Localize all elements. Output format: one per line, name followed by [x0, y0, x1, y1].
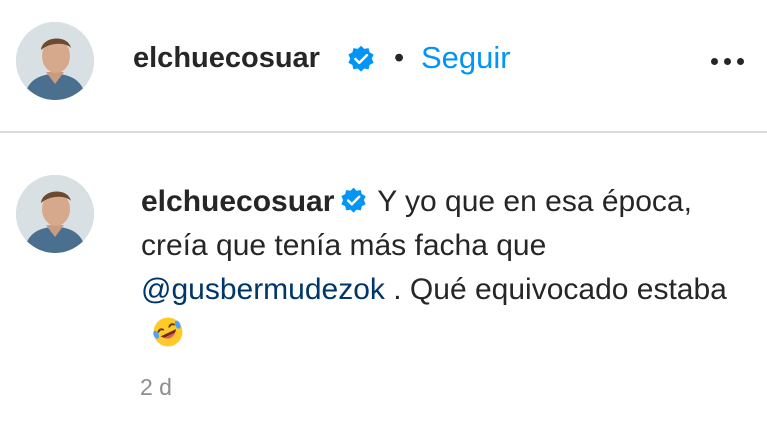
- comment-avatar[interactable]: [16, 175, 94, 253]
- comment-body: elchuecosuar Y yo que en esa época, creí…: [141, 180, 741, 356]
- post-header: elchuecosuar • Seguir: [0, 0, 767, 133]
- more-options-icon[interactable]: [703, 46, 751, 76]
- comment-text-end: . Qué equivocado estaba: [393, 273, 727, 306]
- laughing-emoji-icon: [153, 317, 183, 347]
- username[interactable]: elchuecosuar: [133, 42, 320, 75]
- mention-link[interactable]: @gusbermudezok: [141, 273, 385, 306]
- verified-badge-icon: [348, 45, 374, 72]
- avatar[interactable]: [16, 22, 94, 100]
- comment-timestamp: 2 d: [140, 374, 172, 400]
- follow-button[interactable]: Seguir: [421, 40, 511, 76]
- comment-username[interactable]: elchuecosuar: [141, 185, 334, 218]
- verified-badge-icon: [341, 187, 367, 213]
- separator-dot: •: [394, 42, 405, 74]
